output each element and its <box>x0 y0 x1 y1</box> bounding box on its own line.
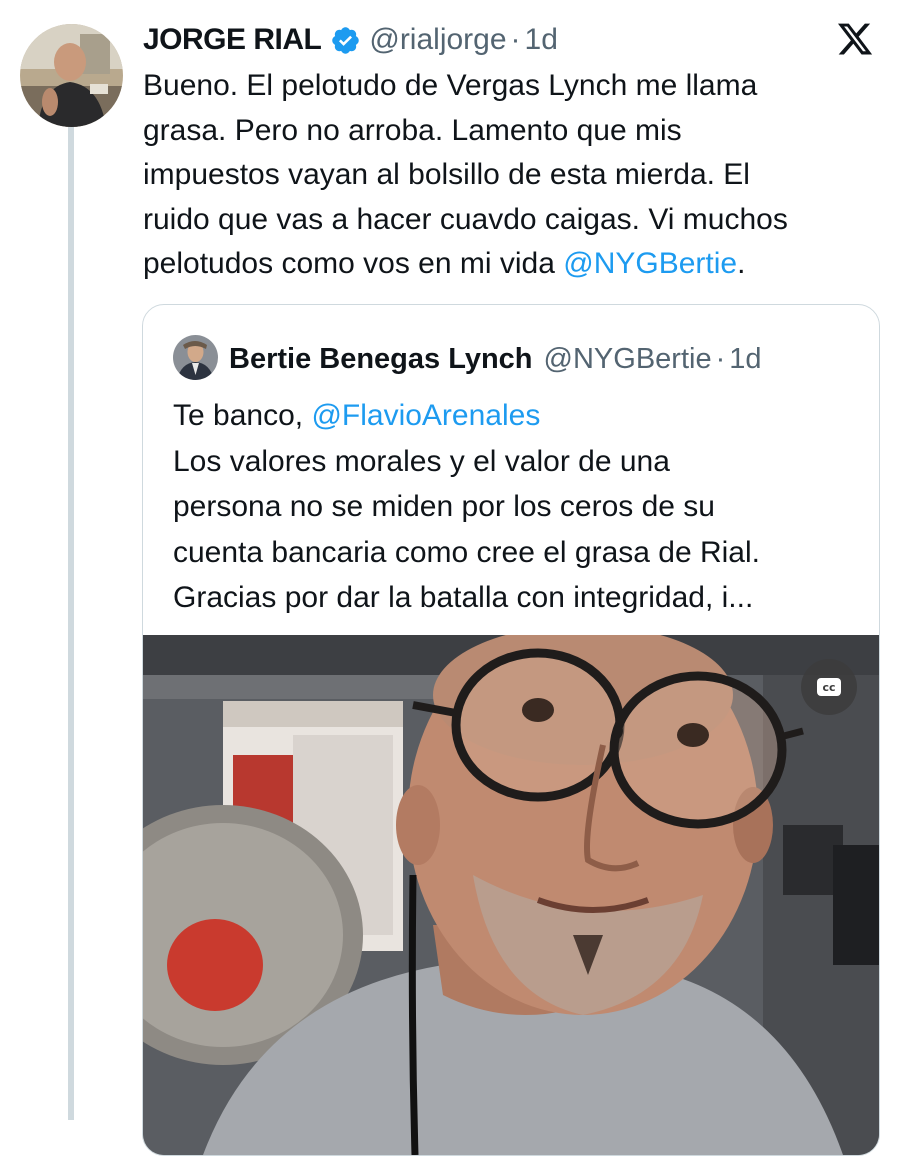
tweet-text-end: . <box>737 247 746 280</box>
tweet-text-line: pelotudos como vos en mi vida @NYGBertie… <box>143 242 883 287</box>
separator-dot: · <box>510 23 521 56</box>
quoted-text-line: Te banco, @FlavioArenales <box>173 393 863 439</box>
quoted-tweet-time[interactable]: 1d <box>729 343 761 376</box>
author-name[interactable]: JORGE RIAL <box>143 23 322 57</box>
quoted-tweet-header: Bertie Benegas Lynch @NYGBertie · 1d <box>229 335 762 383</box>
verified-badge-icon <box>330 25 361 56</box>
quoted-text-line: Gracias por dar la batalla con integrida… <box>173 581 754 614</box>
tweet-text-line: Bueno. El pelotudo de Vergas Lynch me ll… <box>143 69 758 102</box>
tweet-text-line: impuestos vayan al bolsillo de esta mier… <box>143 158 750 191</box>
quoted-text-line: persona no se miden por los ceros de su <box>173 490 715 523</box>
tweet-text-segment: pelotudos como vos en mi vida <box>143 247 564 280</box>
mention-link[interactable]: @NYGBertie <box>563 247 737 280</box>
closed-captions-icon: cc <box>817 678 841 696</box>
closed-captions-button[interactable]: cc <box>801 659 857 715</box>
separator-dot: · <box>715 342 726 375</box>
thread-line <box>68 127 74 1120</box>
quoted-author-avatar[interactable] <box>173 335 218 380</box>
mention-link[interactable]: @FlavioArenales <box>311 399 540 432</box>
quoted-text-segment: Te banco, <box>173 399 312 432</box>
quoted-tweet-card[interactable]: Bertie Benegas Lynch @NYGBertie · 1d Te … <box>142 304 880 1156</box>
tweet-text-line: ruido que vas a hacer cuavdo caigas. Vi … <box>143 202 788 236</box>
tweet-header: JORGE RIAL @rialjorge · 1d <box>143 18 558 62</box>
tweet-text: Bueno. El pelotudo de Vergas Lynch me ll… <box>143 64 883 287</box>
x-logo-icon[interactable] <box>836 20 874 58</box>
quoted-author-name[interactable]: Bertie Benegas Lynch <box>229 343 533 376</box>
author-avatar[interactable] <box>20 24 123 127</box>
video-frame <box>143 635 879 1155</box>
tweet-time[interactable]: 1d <box>525 23 558 57</box>
tweet-text-line: grasa. Pero no arroba. Lamento que mis <box>143 113 682 147</box>
quoted-tweet-text: Te banco, @FlavioArenales Los valores mo… <box>173 393 863 621</box>
quoted-author-handle[interactable]: @NYGBertie <box>544 343 712 376</box>
quoted-text-line: cuenta bancaria como cree el grasa de Ri… <box>173 535 760 569</box>
quoted-text-line: Los valores morales y el valor de una <box>173 444 670 478</box>
video-thumbnail[interactable]: cc <box>143 635 879 1155</box>
author-handle[interactable]: @rialjorge <box>369 23 506 57</box>
